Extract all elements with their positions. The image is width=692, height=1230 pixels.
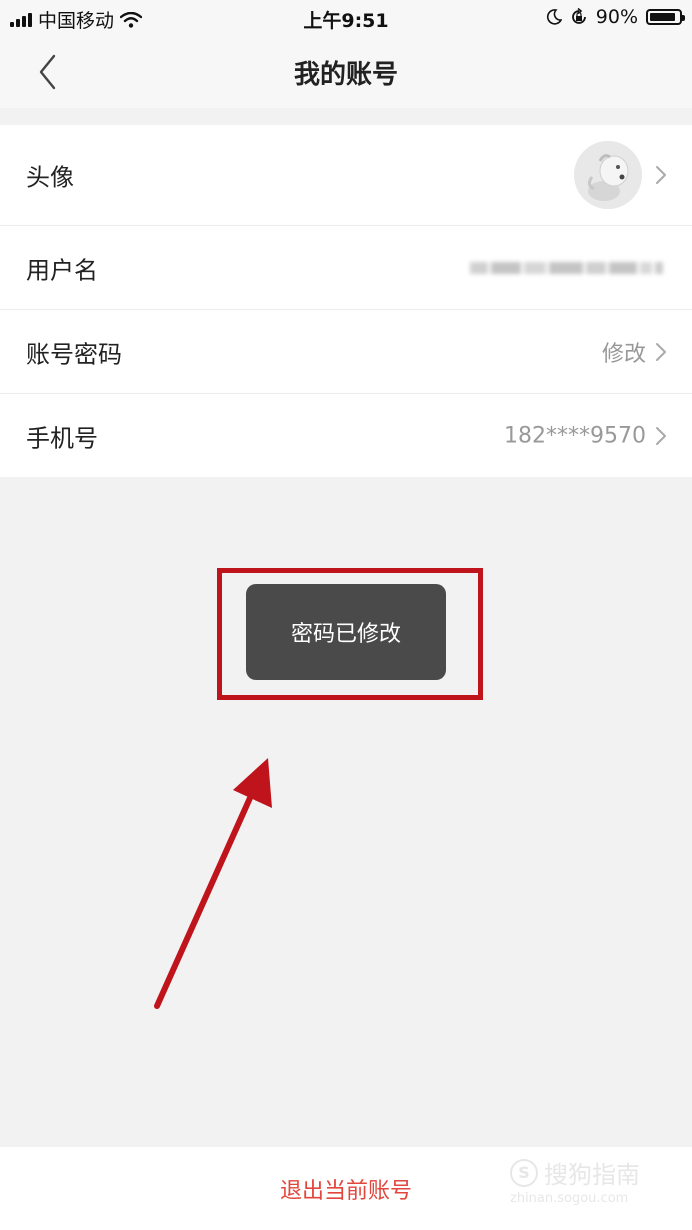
- account-settings-list: 头像 用户名 账号密码 修改 手机号 182****9570: [0, 125, 692, 477]
- battery-icon: [646, 9, 685, 25]
- status-bar: 中国移动 上午9:51 90%: [0, 0, 692, 36]
- watermark-text: 搜狗指南: [544, 1161, 640, 1189]
- bottom-bar: 退出当前账号 S 搜狗指南 zhinan.sogou.com: [0, 1147, 692, 1230]
- row-username-label: 用户名: [26, 256, 98, 284]
- toast-text: 密码已修改: [290, 622, 401, 647]
- avatar: [574, 141, 642, 209]
- rotation-lock-icon: [571, 8, 586, 24]
- chevron-right-icon: [656, 166, 666, 184]
- battery-fill: [650, 13, 675, 21]
- row-phone-label: 手机号: [26, 424, 98, 452]
- username-value-blurred: [470, 258, 668, 278]
- row-avatar[interactable]: 头像: [0, 125, 692, 226]
- row-avatar-label: 头像: [26, 163, 74, 192]
- battery-percent: 90%: [595, 6, 638, 28]
- row-password[interactable]: 账号密码 修改: [0, 310, 692, 394]
- chevron-right-icon: [656, 426, 666, 445]
- row-phone-value: 182****9570: [504, 423, 646, 448]
- row-username[interactable]: 用户名: [0, 226, 692, 310]
- moon-icon: [546, 9, 562, 25]
- watermark-badge: S: [510, 1158, 538, 1187]
- annotation-arrow-icon: [154, 758, 272, 1009]
- avatar-image: [574, 141, 642, 209]
- watermark: S 搜狗指南 zhinan.sogou.com: [510, 1155, 670, 1215]
- toast-message: 密码已修改: [246, 584, 446, 680]
- watermark-url: zhinan.sogou.com: [510, 1191, 629, 1206]
- chevron-right-icon: [656, 342, 666, 361]
- status-right: 90%: [546, 6, 685, 28]
- row-password-value: 修改: [601, 341, 646, 367]
- row-phone[interactable]: 手机号 182****9570: [0, 394, 692, 477]
- navigation-bar: 我的账号: [0, 36, 692, 108]
- page-title: 我的账号: [293, 60, 398, 90]
- row-password-label: 账号密码: [26, 340, 122, 368]
- watermark-title: S 搜狗指南: [510, 1155, 640, 1190]
